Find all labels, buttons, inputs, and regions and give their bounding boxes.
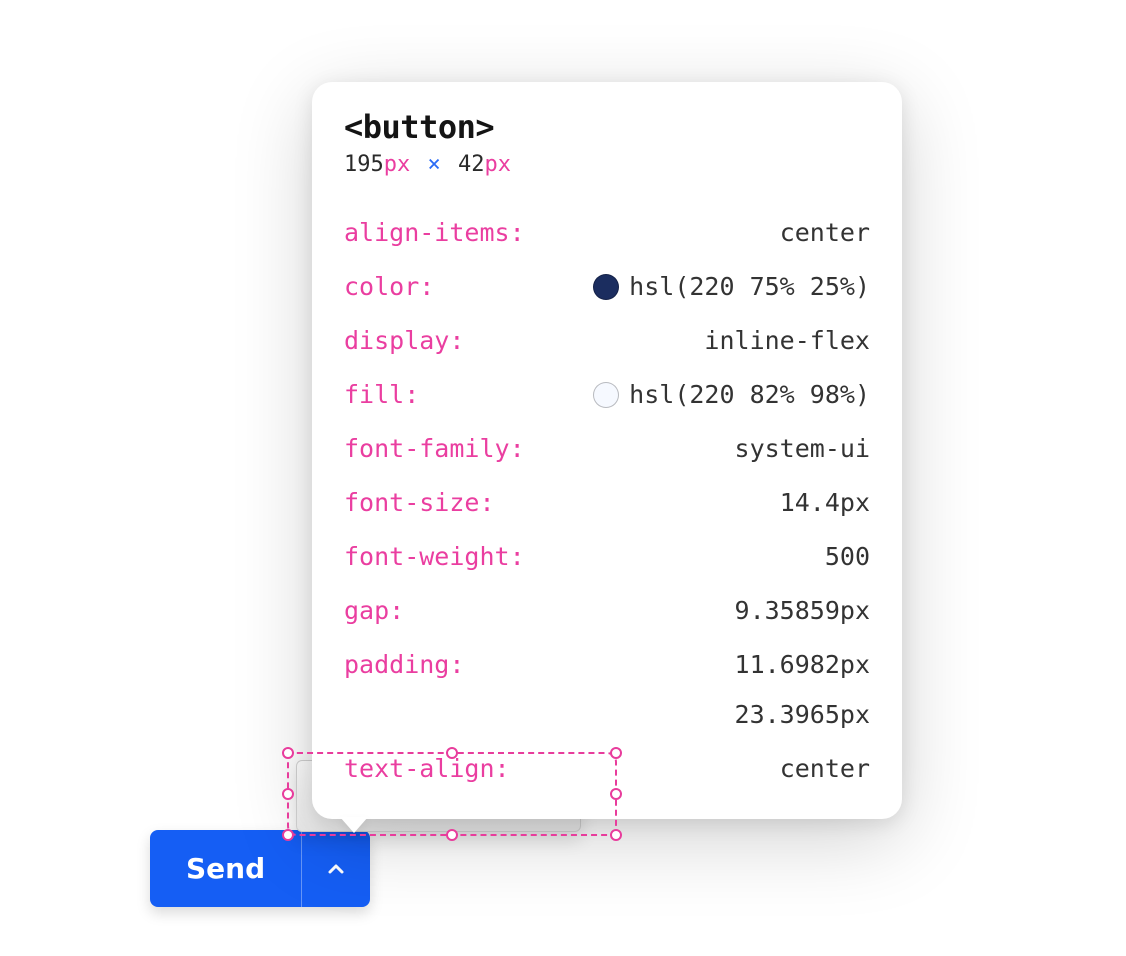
css-prop-value: 11.6982px23.3965px bbox=[525, 645, 870, 735]
selection-handle-tl[interactable] bbox=[282, 747, 294, 759]
css-prop-key: gap bbox=[344, 591, 525, 631]
css-prop-value: center bbox=[525, 213, 870, 253]
tooltip-arrow bbox=[340, 817, 368, 833]
css-prop-key: font-family bbox=[344, 429, 525, 469]
send-button[interactable]: Send bbox=[150, 830, 301, 907]
color-swatch bbox=[593, 382, 619, 408]
selection-handle-br[interactable] bbox=[610, 829, 622, 841]
color-swatch bbox=[593, 274, 619, 300]
dimension-width-unit: px bbox=[384, 152, 411, 177]
css-prop-key: fill bbox=[344, 375, 525, 415]
inspected-element-tag: <button> bbox=[344, 108, 870, 146]
dimension-separator: × bbox=[424, 152, 445, 177]
css-prop-value: 14.4px bbox=[525, 483, 870, 523]
css-prop-value: center bbox=[525, 749, 870, 789]
send-button-group: Send bbox=[150, 830, 370, 907]
css-prop-key: font-size bbox=[344, 483, 525, 523]
send-dropdown-toggle[interactable] bbox=[301, 830, 370, 907]
css-prop-value: hsl(220 75% 25%) bbox=[525, 267, 870, 307]
send-label: Send bbox=[186, 852, 265, 885]
css-prop-key: text-align bbox=[344, 749, 525, 789]
css-prop-key: color bbox=[344, 267, 525, 307]
selection-handle-ml[interactable] bbox=[282, 788, 294, 800]
css-prop-key: display bbox=[344, 321, 525, 361]
css-prop-key: align-items bbox=[344, 213, 525, 253]
css-prop-value: 9.35859px bbox=[525, 591, 870, 631]
css-prop-key: padding bbox=[344, 645, 525, 735]
css-property-list: align-itemscentercolorhsl(220 75% 25%)di… bbox=[344, 213, 870, 789]
css-prop-key: font-weight bbox=[344, 537, 525, 577]
css-prop-value: hsl(220 82% 98%) bbox=[525, 375, 870, 415]
css-prop-value: 500 bbox=[525, 537, 870, 577]
chevron-up-icon bbox=[324, 857, 348, 881]
inspector-tooltip: <button> 195px × 42px align-itemscenterc… bbox=[312, 82, 902, 819]
css-prop-value: system-ui bbox=[525, 429, 870, 469]
dimension-height-unit: px bbox=[485, 152, 512, 177]
css-prop-value: inline-flex bbox=[525, 321, 870, 361]
stage: <button> 195px × 42px align-itemscenterc… bbox=[0, 0, 1126, 956]
inspected-dimensions: 195px × 42px bbox=[344, 152, 870, 177]
dimension-height: 42 bbox=[458, 152, 485, 177]
dimension-width: 195 bbox=[344, 152, 384, 177]
